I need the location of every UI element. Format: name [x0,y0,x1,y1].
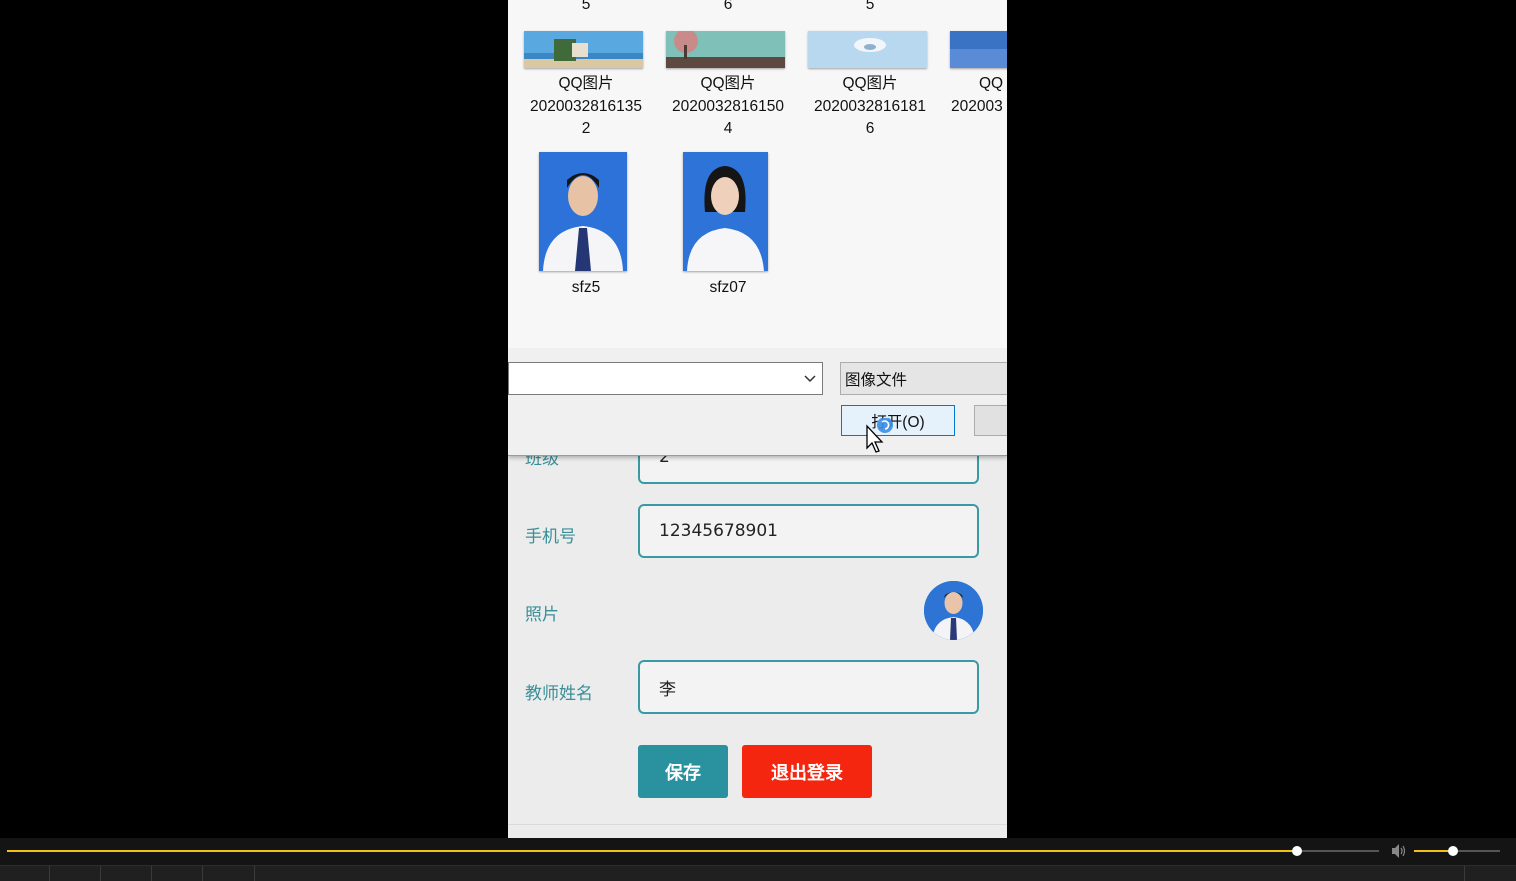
file-thumbnail[interactable] [950,31,1007,68]
file-thumbnail[interactable] [539,152,627,271]
avatar[interactable] [924,581,983,640]
teacher-value: 李 [659,679,676,700]
file-name: 4 [723,120,733,137]
file-thumbnail[interactable] [683,152,768,271]
file-item[interactable]: QQ图片 2020032816150 4 [662,73,794,141]
file-name: sfz07 [709,279,747,296]
progress-fill [7,850,1297,852]
beach-image-icon [524,31,643,68]
file-name: QQ图片 [842,75,898,92]
sky-image-icon [950,31,1007,68]
dialog-footer: 图像文件 打开(O) [508,348,1007,455]
file-thumbnail[interactable] [808,31,927,68]
file-thumbnail[interactable] [666,31,785,68]
progress-bar[interactable] [7,846,1379,856]
file-open-dialog: 5 6 5 QQ图片 2020032816135 2 QQ图片 20200328… [508,0,1007,456]
file-name: 6 [865,120,875,137]
phone-label: 手机号 [525,527,576,547]
photo-label: 照片 [525,605,559,625]
app-viewport: 班级 2 手机号 12345678901 照片 教师姓名 李 保存 退出登录 5… [508,0,1007,838]
phone-input[interactable]: 12345678901 [638,504,979,558]
control-slot[interactable] [203,866,255,881]
tree-image-icon [666,31,785,68]
file-name: QQ图片 [558,75,614,92]
file-item[interactable]: QQ 202003 [946,73,1007,118]
portrait-man-icon [539,152,627,271]
file-name: 2020032816135 [529,97,643,115]
filetype-value: 图像文件 [845,370,908,389]
portrait-woman-icon [683,152,768,271]
file-thumbnail[interactable] [524,31,643,68]
control-slot[interactable] [50,866,101,881]
file-name-tail: 6 [723,0,733,13]
file-name: 202003 [951,97,1003,115]
file-item[interactable]: sfz5 [520,277,652,300]
logout-button[interactable]: 退出登录 [742,745,872,798]
file-name: QQ [979,75,1004,92]
file-name-tail: 5 [581,0,591,13]
mouse-cursor-icon [866,418,893,453]
filename-combobox[interactable] [508,362,823,395]
teacher-label: 教师姓名 [525,684,593,704]
file-name: 2020032816181 [813,97,927,115]
file-item[interactable]: QQ图片 2020032816181 6 [804,73,936,141]
volume-fill [1414,850,1453,852]
volume-icon[interactable] [1391,843,1408,859]
file-name: 2 [581,120,591,137]
volume-slider[interactable] [1414,846,1500,856]
file-item[interactable]: sfz07 [662,277,794,300]
cancel-button[interactable] [974,405,1007,436]
control-slot[interactable] [0,866,50,881]
file-grid: 5 6 5 QQ图片 2020032816135 2 QQ图片 20200328… [508,0,1007,348]
video-player-bar [0,838,1516,881]
progress-handle[interactable] [1291,846,1302,856]
file-name: QQ图片 [700,75,756,92]
save-button[interactable]: 保存 [638,745,728,798]
portrait-man-icon [924,581,983,640]
player-controls-strip [0,865,1516,881]
file-name-tail: 5 [865,0,875,13]
file-name: 2020032816150 [671,97,785,115]
control-slot[interactable] [101,866,152,881]
control-slot[interactable] [1464,866,1516,881]
control-slot[interactable] [152,866,203,881]
file-name: sfz5 [571,279,601,296]
open-button[interactable]: 打开(O) [841,405,955,436]
phone-value: 12345678901 [659,521,778,541]
filetype-select[interactable]: 图像文件 [840,362,1007,395]
file-item[interactable]: QQ图片 2020032816135 2 [520,73,652,141]
volume-handle[interactable] [1447,846,1458,856]
chevron-down-icon[interactable] [802,370,818,386]
divider [508,824,1007,825]
teacher-input[interactable]: 李 [638,660,979,714]
cloud-image-icon [808,31,927,68]
